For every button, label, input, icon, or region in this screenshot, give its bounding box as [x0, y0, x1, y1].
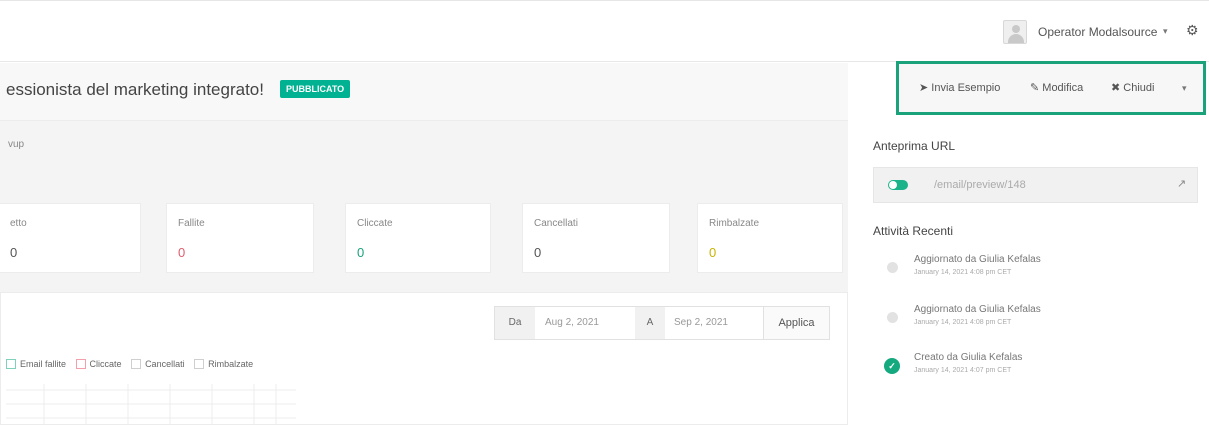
chevron-down-icon[interactable]: ▾ — [1163, 26, 1168, 37]
top-navbar — [0, 0, 1209, 62]
legend-item[interactable]: Cliccate — [75, 359, 122, 369]
stat-card-bounced: Rimbalzate 0 — [697, 203, 843, 273]
activity-item: ✓ Creato da Giulia Kefalas January 14, 2… — [884, 352, 1187, 392]
chart-legend: Email fallite Cliccate Cancellati Rimbal… — [6, 359, 260, 371]
legend-item[interactable]: Email fallite — [6, 359, 66, 369]
stat-card-unsubscribed: Cancellati 0 — [522, 203, 670, 273]
stat-card-sent: etto 0 — [0, 203, 141, 273]
date-range-filter: Da Aug 2, 2021 A Sep 2, 2021 Applica — [494, 306, 830, 340]
external-link-icon[interactable]: ↗ — [1177, 177, 1186, 190]
chart-grid — [6, 384, 296, 425]
close-button[interactable]: ✖ Chiudi — [1111, 81, 1154, 94]
legend-swatch — [75, 359, 86, 369]
date-to-label: A — [635, 307, 665, 339]
activity-date: January 14, 2021 4:08 pm CET — [914, 319, 1012, 326]
preview-title: Anteprima URL — [873, 139, 956, 153]
activity-item: Aggiornato da Giulia Kefalas January 14,… — [887, 254, 1187, 294]
timeline-dot-icon — [887, 312, 898, 323]
activity-text: Creato da Giulia Kefalas — [914, 352, 1023, 363]
stat-card-clicked: Cliccate 0 — [345, 203, 491, 273]
close-icon: ✖ — [1111, 82, 1124, 94]
edit-button[interactable]: ✎ Modifica — [1030, 81, 1083, 94]
stat-value: 0 — [709, 245, 717, 260]
stat-label: Rimbalzate — [709, 218, 760, 229]
activity-item: Aggiornato da Giulia Kefalas January 14,… — [887, 304, 1187, 344]
legend-item[interactable]: Cancellati — [131, 359, 185, 369]
stat-label: Fallite — [178, 218, 205, 229]
check-circle-icon: ✓ — [884, 358, 900, 374]
legend-swatch — [194, 359, 205, 369]
action-toolbar: ➤ Invia Esempio ✎ Modifica ✖ Chiudi ▾ — [896, 61, 1206, 115]
date-from-input[interactable]: Aug 2, 2021 — [537, 307, 627, 339]
apply-button[interactable]: Applica — [763, 307, 829, 339]
page-subtitle: vup — [8, 139, 25, 150]
activity-date: January 14, 2021 4:08 pm CET — [914, 269, 1012, 276]
stat-value: 0 — [10, 245, 18, 260]
date-from-label: Da — [495, 307, 535, 339]
paper-plane-icon: ➤ — [919, 82, 932, 94]
stat-card-failed: Fallite 0 — [166, 203, 314, 273]
activity-date: January 14, 2021 4:07 pm CET — [914, 367, 1012, 374]
preview-url-box: /email/preview/148 ↗ — [873, 167, 1198, 203]
activity-title: Attività Recenti — [873, 224, 954, 238]
preview-toggle[interactable] — [888, 180, 908, 190]
legend-swatch — [6, 359, 16, 369]
stat-value: 0 — [178, 245, 186, 260]
stat-value: 0 — [534, 245, 542, 260]
avatar[interactable] — [1003, 20, 1027, 44]
activity-text: Aggiornato da Giulia Kefalas — [914, 304, 1041, 315]
stat-label: Cancellati — [534, 218, 578, 229]
gear-icon[interactable]: ⚙ — [1186, 22, 1199, 39]
legend-item[interactable]: Rimbalzate — [194, 359, 253, 369]
user-menu-name[interactable]: Operator Modalsource — [1038, 25, 1157, 39]
edit-icon: ✎ — [1030, 82, 1043, 94]
send-example-button[interactable]: ➤ Invia Esempio — [919, 81, 1000, 94]
timeline-dot-icon — [887, 262, 898, 273]
stat-label: etto — [10, 218, 27, 229]
date-to-input[interactable]: Sep 2, 2021 — [666, 307, 762, 339]
legend-swatch — [131, 359, 142, 369]
activity-text: Aggiornato da Giulia Kefalas — [914, 254, 1041, 265]
stat-label: Cliccate — [357, 218, 393, 229]
preview-url[interactable]: /email/preview/148 — [934, 179, 1026, 191]
stat-value: 0 — [357, 245, 365, 260]
chevron-down-icon[interactable]: ▾ — [1182, 83, 1187, 94]
status-badge: PUBBLICATO — [280, 80, 351, 98]
page-title: essionista del marketing integrato! — [6, 80, 264, 99]
